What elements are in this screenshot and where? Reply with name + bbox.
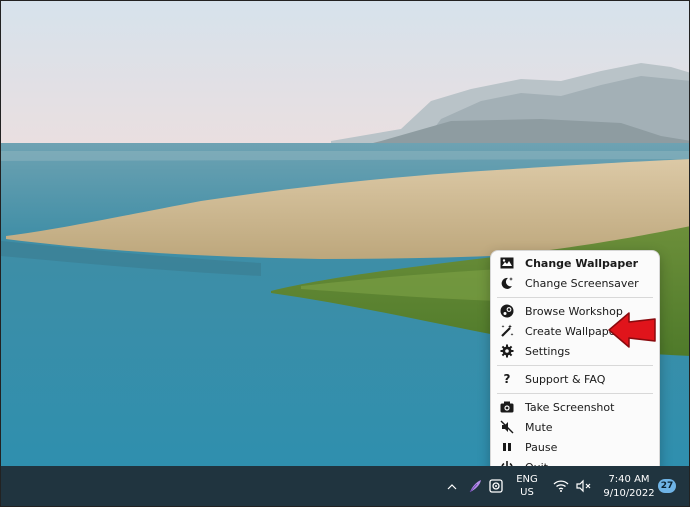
speaker-muted-icon <box>499 419 515 435</box>
menu-item-label: Mute <box>525 420 553 434</box>
feather-app-icon[interactable] <box>467 478 483 494</box>
clock-date: 9/10/2022 <box>603 488 655 499</box>
clock-time: 7:40 AM <box>608 474 650 485</box>
menu-item-change-screensaver[interactable]: Change Screensaver <box>495 273 655 293</box>
wallpaper-engine-tray-icon[interactable] <box>488 478 504 494</box>
menu-item-pause[interactable]: Pause <box>495 437 655 457</box>
language-indicator[interactable]: ENG US <box>513 473 541 499</box>
desktop-screen: Change Wallpaper Change Screensaver Brow… <box>0 0 690 507</box>
language-code: ENG <box>516 474 538 485</box>
menu-item-mute[interactable]: Mute <box>495 417 655 437</box>
camera-icon <box>499 399 515 415</box>
notification-count-badge[interactable]: 27 <box>658 479 676 493</box>
menu-item-label: Take Screenshot <box>525 400 615 414</box>
taskbar-clock[interactable]: 7:40 AM 9/10/2022 <box>599 473 659 501</box>
volume-muted-icon[interactable] <box>576 479 592 493</box>
menu-separator <box>497 393 653 394</box>
menu-item-support-faq[interactable]: ? Support & FAQ <box>495 369 655 389</box>
menu-item-label: Pause <box>525 440 558 454</box>
question-icon: ? <box>503 372 511 386</box>
menu-item-label: Change Screensaver <box>525 276 639 290</box>
moon-icon <box>499 275 515 291</box>
menu-separator <box>497 297 653 298</box>
show-hidden-icons-chevron-icon[interactable] <box>445 480 459 494</box>
menu-item-label: Change Wallpaper <box>525 256 639 270</box>
menu-item-change-wallpaper[interactable]: Change Wallpaper <box>495 253 655 273</box>
image-icon <box>499 255 515 271</box>
red-arrow-annotation <box>607 310 659 354</box>
menu-item-label: Support & FAQ <box>525 372 606 386</box>
magic-wand-icon <box>499 323 515 339</box>
gear-icon <box>499 343 515 359</box>
menu-item-take-screenshot[interactable]: Take Screenshot <box>495 397 655 417</box>
menu-separator <box>497 365 653 366</box>
steam-icon <box>499 303 515 319</box>
region-code: US <box>520 487 534 498</box>
wifi-icon[interactable] <box>553 479 569 493</box>
pause-icon <box>499 439 515 455</box>
tray-context-menu: Change Wallpaper Change Screensaver Brow… <box>490 250 660 478</box>
menu-item-label: Settings <box>525 344 571 358</box>
menu-item-label: Create Wallpaper <box>525 324 621 338</box>
